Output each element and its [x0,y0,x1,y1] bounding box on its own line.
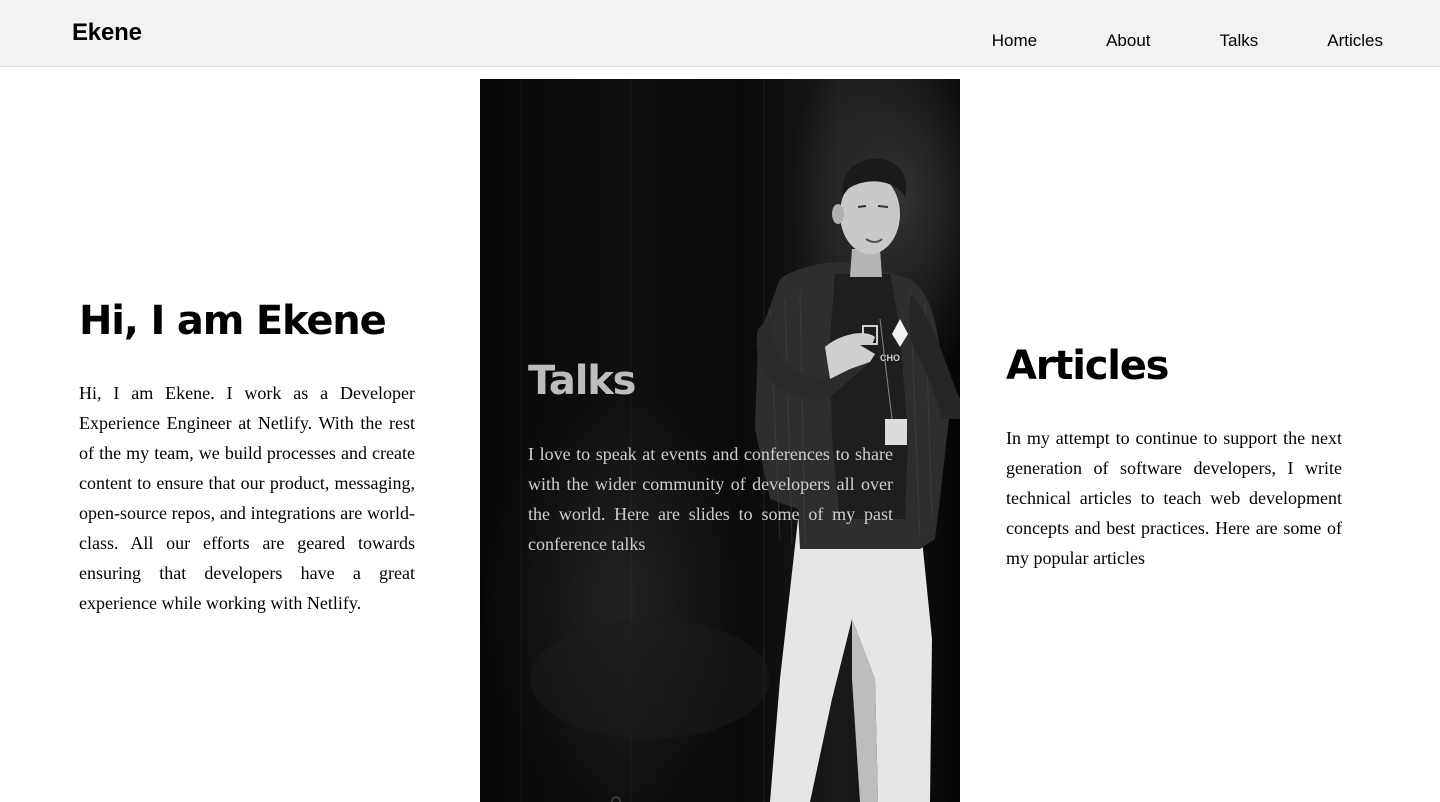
main-nav: Home About Talks Articles [992,32,1383,50]
articles-text: In my attempt to continue to support the… [1006,428,1342,568]
talks-panel[interactable]: CHO Talks I love to speak at events and … [480,79,960,802]
nav-talks[interactable]: Talks [1220,32,1259,50]
nav-about[interactable]: About [1106,32,1150,50]
talks-text: I love to speak at events and conference… [528,444,893,554]
intro-section: Hi, I am Ekene Hi, I am Ekene. I work as… [79,295,415,618]
intro-heading: Hi, I am Ekene [79,298,387,344]
talks-content: Talks I love to speak at events and conf… [528,355,893,559]
site-header: Ekene Home About Talks Articles [0,0,1440,67]
articles-section: Articles In my attempt to continue to su… [1006,340,1342,573]
brand-logo-link[interactable]: Ekene [72,19,142,47]
nav-articles[interactable]: Articles [1327,32,1383,50]
talks-heading: Talks [528,358,636,404]
articles-heading: Articles [1006,343,1169,389]
nav-home[interactable]: Home [992,32,1037,50]
intro-text: Hi, I am Ekene. I work as a Developer Ex… [79,383,415,613]
